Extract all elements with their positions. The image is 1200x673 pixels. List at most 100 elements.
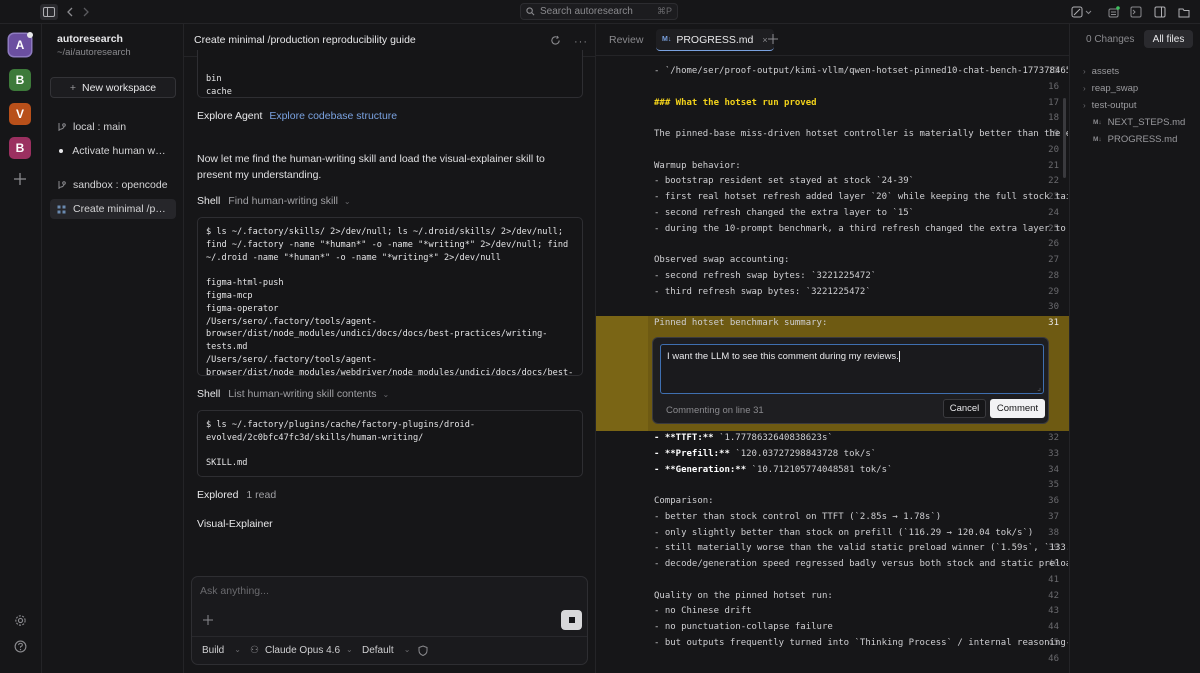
branch-icon: [57, 180, 66, 190]
refresh-icon[interactable]: [550, 35, 561, 46]
grid-icon: [57, 205, 66, 214]
settings-gear-icon[interactable]: [14, 614, 27, 627]
line-number: 35: [1048, 480, 1059, 491]
folder-label: assets: [1091, 66, 1120, 77]
line-number: 26: [1048, 239, 1059, 250]
chevron-down-icon: ⌄: [382, 390, 390, 399]
comment-submit-button[interactable]: Comment: [990, 399, 1045, 418]
new-workspace-button[interactable]: + New workspace: [50, 77, 176, 98]
stop-button[interactable]: [561, 610, 582, 630]
comment-text: I want the LLM to see this comment durin…: [667, 351, 899, 363]
sidebar-item-activate-human-writing[interactable]: Activate human writing: [50, 141, 176, 161]
workspace-avatar-b[interactable]: B: [9, 69, 31, 91]
chevron-down-icon: ⌄: [234, 645, 241, 654]
directory-output-box: bincachecerts: [197, 50, 583, 98]
code-line: - no Chinese drift: [654, 606, 752, 617]
file-progress[interactable]: M↓ PROGRESS.md: [1093, 134, 1177, 145]
code-line: Quality on the pinned hotset run:: [654, 590, 833, 601]
mode-label: Build: [202, 645, 225, 656]
output-line: bin: [206, 73, 222, 84]
shell-output-1: $ ls ~/.factory/skills/ 2>/dev/null; ls …: [197, 217, 583, 376]
cancel-button[interactable]: Cancel: [943, 399, 986, 418]
dot-icon: [57, 149, 65, 153]
stop-icon: [568, 617, 575, 623]
forward-arrow-icon[interactable]: [78, 4, 94, 20]
search-bar[interactable]: Search autoresearch ⌘P: [520, 3, 678, 20]
input-footer-divider: [192, 636, 587, 637]
search-icon: [526, 7, 535, 16]
bold-segment: - **Generation:**: [654, 464, 747, 475]
plus-icon: +: [69, 81, 76, 94]
chevron-right-icon: ›: [1083, 67, 1086, 76]
terminal-icon[interactable]: [1128, 4, 1144, 20]
project-sidebar: autoresearch ~/ai/autoresearch + New wor…: [42, 24, 184, 673]
preset-label: Default: [362, 645, 394, 656]
output-line: cache: [206, 86, 232, 97]
chat-input-box[interactable]: Ask anything... Build ⌄ ⚇ Claude Opus 4.…: [191, 576, 588, 665]
folder-icon[interactable]: [1176, 4, 1192, 20]
preset-selector[interactable]: Default ⌄: [362, 645, 410, 656]
all-files-tab[interactable]: All files: [1144, 30, 1193, 48]
editor-scrollbar[interactable]: [1063, 98, 1066, 178]
model-icon: ⚇: [250, 645, 259, 656]
edit-mode-icon[interactable]: [1069, 4, 1095, 20]
sidebar-item-local-main[interactable]: local : main: [50, 117, 176, 137]
chevron-down-icon: ⌄: [346, 645, 353, 654]
folder-test-output[interactable]: › test-output: [1083, 100, 1137, 111]
text-cursor: [898, 351, 900, 362]
line-number: 41: [1048, 574, 1059, 585]
bold-segment: - **TTFT:**: [654, 433, 714, 443]
workspace-avatar-a[interactable]: A: [9, 32, 33, 56]
add-workspace-icon[interactable]: [13, 172, 27, 186]
code-line: - `/home/ser/proof-output/kimi-vllm/qwen…: [654, 66, 1068, 76]
gutter-highlight: [596, 316, 648, 431]
sidebar-item-create-minimal[interactable]: Create minimal /production: [50, 199, 176, 219]
git-status-icon[interactable]: [1106, 4, 1122, 20]
comment-textarea[interactable]: I want the LLM to see this comment durin…: [660, 344, 1044, 394]
explored-summary[interactable]: Explored 1 read: [197, 489, 276, 501]
tab-progress-md[interactable]: M↓ PROGRESS.md ×: [656, 29, 774, 51]
tab-review[interactable]: Review: [609, 34, 643, 46]
chat-input-placeholder[interactable]: Ask anything...: [200, 585, 269, 597]
sidebar-toggle-icon[interactable]: [40, 4, 58, 20]
chat-title: Create minimal /production reproducibili…: [194, 34, 416, 46]
close-tab-icon[interactable]: ×: [762, 35, 767, 45]
sidebar-item-sandbox-opencode[interactable]: sandbox : opencode: [50, 175, 176, 195]
shell-step-1[interactable]: Shell Find human-writing skill ⌄: [197, 195, 351, 207]
visual-explainer-step[interactable]: Visual-Explainer: [197, 518, 273, 530]
file-next-steps[interactable]: M↓ NEXT_STEPS.md: [1093, 117, 1185, 128]
markdown-file-icon: M↓: [1093, 119, 1102, 126]
folder-assets[interactable]: › assets: [1083, 66, 1119, 77]
model-label: Claude Opus 4.6: [264, 645, 341, 656]
explore-agent-row[interactable]: Explore Agent Explore codebase structure: [197, 110, 397, 122]
bold-segment: - **Prefill:**: [654, 448, 730, 459]
workspace-avatar-v[interactable]: V: [9, 103, 31, 125]
code-line: - but outputs frequently turned into `Th…: [654, 637, 1068, 648]
active-dot-icon: [27, 32, 33, 38]
code-line: Warmup behavior:: [654, 160, 741, 171]
folder-reap-swap[interactable]: › reap_swap: [1083, 83, 1138, 94]
new-tab-plus-icon[interactable]: [768, 34, 778, 44]
back-arrow-icon[interactable]: [62, 4, 78, 20]
shell-description: Find human-writing skill: [228, 195, 338, 207]
workspace-avatar-b2[interactable]: B: [9, 137, 31, 159]
split-view-icon[interactable]: [1152, 4, 1168, 20]
explore-agent-link[interactable]: Explore codebase structure: [269, 110, 397, 122]
explored-label: Explored: [197, 489, 239, 501]
changes-tab[interactable]: 0 Changes: [1086, 34, 1134, 45]
attach-plus-icon[interactable]: [203, 615, 213, 625]
code-line: Comparison:: [654, 496, 714, 506]
project-name: autoresearch: [57, 33, 123, 45]
more-options-icon[interactable]: ···: [574, 36, 588, 48]
model-selector[interactable]: ⚇ Claude Opus 4.6 ⌄: [250, 645, 353, 656]
resize-handle-icon[interactable]: ⌟: [1037, 383, 1041, 392]
shield-icon[interactable]: [418, 645, 428, 656]
code-line: Observed swap accounting:: [654, 255, 790, 265]
explore-agent-label: Explore Agent: [197, 110, 263, 122]
mode-selector[interactable]: Build ⌄: [202, 645, 241, 656]
help-icon[interactable]: [14, 640, 27, 653]
code-segment: `10.712105774048581 tok/s`: [746, 464, 893, 475]
shell-step-2[interactable]: Shell List human-writing skill contents …: [197, 388, 389, 400]
tab-label: PROGRESS.md: [676, 33, 754, 46]
code-line: - bootstrap resident set stayed at stock…: [654, 176, 915, 187]
